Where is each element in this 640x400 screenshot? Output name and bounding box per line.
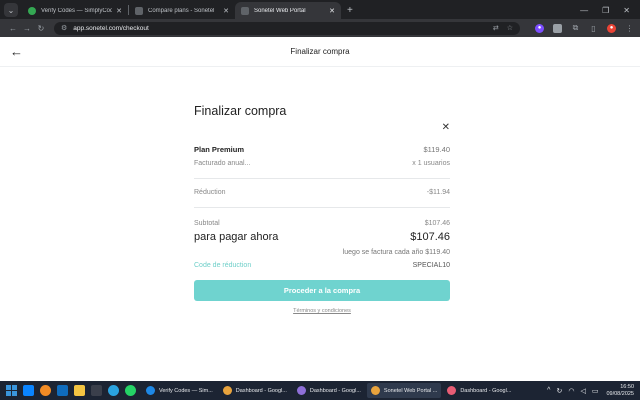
plan-price: $119.40: [423, 145, 450, 154]
widgets-icon[interactable]: [23, 385, 34, 396]
discount-code-link[interactable]: Code de réduction: [194, 262, 251, 269]
close-tab-icon[interactable]: ✕: [223, 7, 229, 15]
browser-toolbar: ← → ↻ ⚙ app.sonetel.com/checkout ⇄ ☆ ● ⧉…: [0, 19, 640, 37]
sonetel-favicon-icon: [241, 6, 249, 15]
edge-icon: [146, 386, 155, 395]
billing-dropdown[interactable]: Facturado anual...: [194, 160, 250, 167]
taskbar-app-label: Sonetel Web Portal ...: [383, 387, 438, 394]
taskbar-app-label: Dashboard - Googl...: [235, 387, 287, 394]
translate-icon[interactable]: ⇄: [493, 24, 499, 32]
taskbar: Verify Codes — Sim... Dashboard - Googl.…: [0, 381, 640, 400]
site-info-icon[interactable]: ⚙: [61, 24, 67, 32]
volume-icon[interactable]: ◁: [580, 387, 585, 395]
forward-nav-icon[interactable]: →: [20, 24, 34, 33]
back-arrow-icon[interactable]: ←: [10, 44, 23, 59]
taskbar-app-dashboard-1[interactable]: Dashboard - Googl...: [219, 383, 291, 398]
subtotal-value: $107.46: [424, 220, 450, 227]
plan-name: Plan Premium: [194, 145, 245, 154]
tab-verify-codes[interactable]: Verify Codes — SimplyCodes ✕: [22, 2, 128, 19]
pay-now-label: para pagar ahora: [194, 231, 279, 243]
billed-yearly-note: luego se factura cada año $119.40: [342, 249, 450, 256]
terms-link[interactable]: Términos y condiciones: [194, 308, 450, 314]
tab-label: Verify Codes — SimplyCodes: [41, 7, 113, 14]
chrome-profile-icon: [447, 386, 457, 395]
window-controls: — ❐ ✕: [580, 6, 640, 19]
page-title: Finalizar compra: [290, 47, 350, 56]
tray-chevron-icon[interactable]: ^: [547, 387, 550, 394]
minimize-icon[interactable]: —: [580, 6, 588, 15]
back-nav-icon[interactable]: ←: [6, 24, 20, 33]
url-text[interactable]: app.sonetel.com/checkout: [73, 25, 485, 32]
close-tab-icon[interactable]: ✕: [116, 7, 122, 15]
outlook-icon[interactable]: [57, 385, 68, 396]
tab-label: Compare plans - Sonetel: [148, 7, 215, 14]
sync-icon[interactable]: ↻: [556, 387, 562, 395]
simplycodes-favicon-icon: [28, 6, 36, 15]
tab-search-icon[interactable]: ⌄: [4, 3, 18, 17]
bookmark-star-icon[interactable]: ☆: [507, 24, 513, 32]
discount-code-row: Code de réduction SPECIAL10: [194, 262, 450, 269]
telegram-icon[interactable]: [108, 385, 119, 396]
sonetel-favicon-icon: [135, 6, 143, 15]
browser-tab-bar: ⌄ Verify Codes — SimplyCodes ✕ Compare p…: [0, 0, 640, 19]
windows-start-icon[interactable]: [6, 385, 17, 396]
close-tab-icon[interactable]: ✕: [329, 7, 335, 15]
pay-now-row: para pagar ahora $107.46: [194, 231, 450, 243]
extension-shield-icon[interactable]: [553, 23, 562, 33]
address-bar[interactable]: ⚙ app.sonetel.com/checkout ⇄ ☆: [54, 21, 520, 35]
chrome-profile-icon: [370, 386, 380, 395]
whatsapp-icon[interactable]: [125, 385, 136, 396]
close-window-icon[interactable]: ✕: [623, 6, 630, 15]
pay-now-value: $107.46: [410, 231, 450, 243]
weather-cloud-icon[interactable]: [40, 385, 51, 396]
subtotal-label: Subtotal: [194, 220, 220, 227]
taskbar-app-label: Dashboard - Googl...: [309, 387, 361, 394]
reduction-value: -$11.94: [426, 189, 450, 196]
clock-date: 09/08/2025: [606, 390, 634, 397]
plan-row: Plan Premium $119.40: [194, 145, 450, 154]
store-icon[interactable]: [91, 385, 102, 396]
profile-avatar-icon[interactable]: ●: [607, 23, 616, 33]
checkout-panel: Finalizar compra ✕ Plan Premium $119.40 …: [194, 100, 450, 314]
tab-compare-plans[interactable]: Compare plans - Sonetel ✕: [129, 2, 235, 19]
tab-sonetel-web-portal[interactable]: Sonetel Web Portal ✕: [235, 2, 341, 19]
proceed-to-purchase-button[interactable]: Proceder a la compra: [194, 280, 450, 301]
discount-code-value: SPECIAL10: [412, 262, 450, 269]
chrome-profile-icon: [296, 386, 306, 395]
reduction-label: Réduction: [194, 189, 226, 196]
clock-time: 16:50: [620, 383, 634, 390]
new-tab-plus-icon[interactable]: +: [347, 5, 353, 16]
extensions-puzzle-icon[interactable]: ⧉: [571, 23, 580, 33]
billing-row: Facturado anual... x 1 usuarios: [194, 160, 450, 167]
taskbar-app-label: Dashboard - Googl...: [460, 387, 512, 394]
taskbar-app-sonetel[interactable]: Sonetel Web Portal ...: [366, 383, 442, 398]
taskbar-app-dashboard-2[interactable]: Dashboard - Googl...: [293, 383, 365, 398]
clock[interactable]: 16:50 09/08/2025: [606, 384, 634, 398]
divider: [194, 178, 450, 179]
browser-menu-icon[interactable]: ⋮: [625, 24, 634, 33]
subtotal-row: Subtotal $107.46: [194, 220, 450, 227]
battery-icon[interactable]: ▭: [592, 387, 599, 395]
reload-icon[interactable]: ↻: [34, 24, 48, 33]
extension-purple-icon[interactable]: ●: [535, 23, 544, 33]
page-header: ← Finalizar compra: [0, 37, 640, 67]
reduction-row: Réduction -$11.94: [194, 189, 450, 196]
wifi-icon[interactable]: ◠: [568, 387, 574, 395]
checkout-title: Finalizar compra: [194, 104, 287, 118]
sidebar-icon[interactable]: ▯: [589, 24, 598, 33]
tab-label: Sonetel Web Portal: [254, 7, 306, 14]
chrome-profile-icon: [222, 386, 232, 395]
taskbar-app-verify-codes[interactable]: Verify Codes — Sim...: [142, 383, 217, 398]
file-explorer-icon[interactable]: [74, 385, 85, 396]
close-icon[interactable]: ✕: [442, 122, 450, 133]
system-tray: ^ ↻ ◠ ◁ ▭ 16:50 09/08/2025: [541, 384, 640, 398]
taskbar-app-dashboard-3[interactable]: Dashboard - Googl...: [443, 383, 515, 398]
taskbar-app-label: Verify Codes — Sim...: [159, 387, 213, 394]
restore-icon[interactable]: ❐: [602, 6, 609, 15]
users-count: x 1 usuarios: [412, 160, 450, 167]
divider: [194, 207, 450, 208]
